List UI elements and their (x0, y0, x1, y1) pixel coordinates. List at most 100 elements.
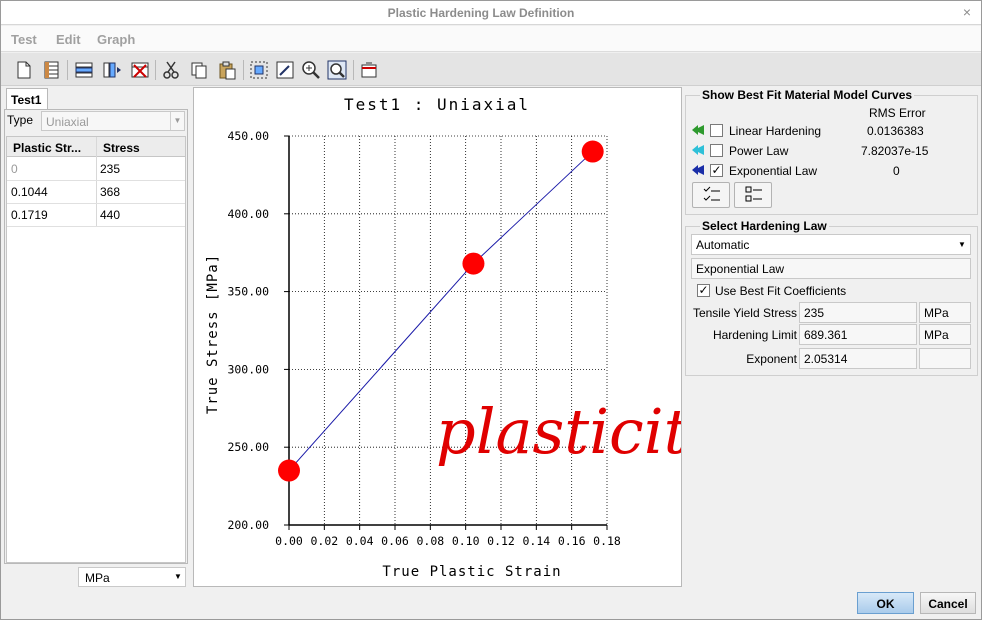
uncheck-all-icon (745, 186, 762, 202)
handwritten-annotation: plasticity (436, 395, 681, 468)
tensile-yield-stress-unit: MPa (919, 302, 971, 323)
hardening-law-select-value: Automatic (696, 238, 750, 252)
dialog-window: Plastic Hardening Law Definition × Test … (0, 0, 982, 620)
power-law-checkbox[interactable] (710, 144, 723, 157)
y-tick-label: 200.00 (227, 518, 269, 532)
toolbar (1, 53, 981, 86)
power-law-color-icon (691, 144, 705, 156)
new-document-icon[interactable] (13, 59, 35, 81)
column-header-stress[interactable]: Stress (103, 141, 140, 155)
linear-hardening-label: Linear Hardening (729, 124, 822, 138)
y-tick-label: 400.00 (227, 207, 269, 221)
spreadsheet-icon[interactable] (41, 59, 63, 81)
x-tick-label: 0.00 (275, 534, 303, 548)
x-tick-label: 0.16 (558, 534, 586, 548)
check-all-icon (703, 186, 720, 201)
delete-icon[interactable] (129, 59, 151, 81)
paste-icon[interactable] (216, 59, 238, 81)
x-tick-label: 0.02 (310, 534, 338, 548)
tensile-yield-stress-field[interactable]: 235 (799, 302, 917, 323)
table-row[interactable]: 0 235 (7, 158, 185, 181)
table-row[interactable]: 0.1719 440 (7, 204, 185, 227)
uncheck-all-button[interactable] (734, 182, 772, 208)
data-point (581, 140, 604, 163)
use-best-fit-label: Use Best Fit Coefficients (715, 284, 847, 298)
x-tick-label: 0.08 (416, 534, 444, 548)
x-tick-label: 0.18 (593, 534, 621, 548)
exponent-field[interactable]: 2.05314 (799, 348, 917, 369)
hardening-law-title: Select Hardening Law (700, 219, 829, 233)
edit-chart-icon[interactable] (274, 59, 296, 81)
use-best-fit-checkbox[interactable]: ✓ (697, 284, 710, 297)
close-icon[interactable]: × (959, 4, 975, 20)
cancel-button[interactable]: Cancel (920, 592, 976, 614)
chart-panel[interactable]: Test1 : Uniaxial 0.00 0.02 0.04 0.06 0.08 0.1… (193, 87, 682, 587)
x-tick-label: 0.04 (346, 534, 374, 548)
menu-bar: Test Edit Graph (1, 26, 981, 52)
chevron-down-icon: ▼ (174, 572, 182, 581)
zoom-fit-icon[interactable] (326, 59, 348, 81)
x-tick-label: 0.12 (487, 534, 515, 548)
linear-hardening-rms: 0.0136383 (867, 124, 924, 138)
hardening-law-name: Exponential Law (691, 258, 971, 279)
table-row[interactable]: 0.1044 368 (7, 181, 185, 204)
y-axis-label: True Stress [MPa] (205, 254, 221, 414)
cell-strain[interactable]: 0 (11, 162, 18, 176)
column-header-plastic-strain[interactable]: Plastic Str... (13, 141, 81, 155)
x-tick-label: 0.10 (452, 534, 480, 548)
select-grid-icon[interactable] (248, 59, 270, 81)
insert-column-icon[interactable] (101, 59, 123, 81)
cut-icon[interactable] (160, 59, 182, 81)
chart-title: Test1 : Uniaxial (344, 95, 530, 114)
cell-stress[interactable]: 235 (100, 162, 120, 176)
insert-row-icon[interactable] (73, 59, 95, 81)
menu-edit[interactable]: Edit (56, 32, 81, 47)
hardening-limit-field[interactable]: 689.361 (799, 324, 917, 345)
exponential-law-rms: 0 (893, 164, 900, 178)
unit-select-value: MPa (85, 571, 110, 585)
power-law-rms: 7.82037e-15 (861, 144, 929, 158)
y-tick-label: 300.00 (227, 362, 269, 376)
cell-strain[interactable]: 0.1044 (11, 185, 48, 199)
y-tick-label: 450.00 (227, 129, 269, 143)
unit-select[interactable]: MPa ▼ (78, 567, 186, 587)
zoom-in-icon[interactable] (300, 59, 322, 81)
cell-strain[interactable]: 0.1719 (11, 208, 48, 222)
export-icon[interactable] (358, 59, 380, 81)
rms-error-header: RMS Error (869, 106, 926, 120)
stress-strain-chart[interactable]: Test1 : Uniaxial 0.00 0.02 0.04 0.06 0.08 0.1… (194, 88, 681, 586)
exponential-law-checkbox[interactable]: ✓ (710, 164, 723, 177)
type-label: Type (7, 113, 34, 127)
exponential-law-color-icon (691, 164, 705, 176)
hardening-law-select[interactable]: Automatic ▼ (691, 234, 971, 255)
menu-test[interactable]: Test (11, 32, 37, 47)
tab-test1[interactable]: Test1 (6, 88, 48, 110)
hardening-limit-label: Hardening Limit (712, 328, 797, 342)
data-table[interactable]: Plastic Str... Stress 0 235 0.1044 368 0… (6, 136, 186, 563)
chevron-down-icon: ▼ (170, 112, 184, 130)
exponential-law-label: Exponential Law (729, 164, 818, 178)
x-tick-label: 0.06 (381, 534, 409, 548)
exponent-unit (919, 348, 971, 369)
copy-icon[interactable] (188, 59, 210, 81)
best-fit-title: Show Best Fit Material Model Curves (700, 88, 915, 102)
ok-button[interactable]: OK (857, 592, 914, 614)
y-tick-label: 350.00 (227, 285, 269, 299)
y-tick-label: 250.00 (227, 440, 269, 454)
cell-stress[interactable]: 440 (100, 208, 120, 222)
power-law-label: Power Law (729, 144, 789, 158)
type-select[interactable]: Uniaxial ▼ (41, 111, 185, 131)
menu-graph[interactable]: Graph (97, 32, 135, 47)
tensile-yield-stress-label: Tensile Yield Stress (692, 306, 797, 320)
cell-stress[interactable]: 368 (100, 185, 120, 199)
check-all-button[interactable] (692, 182, 730, 208)
linear-hardening-color-icon (691, 124, 705, 136)
data-point (462, 252, 485, 275)
hardening-limit-unit: MPa (919, 324, 971, 345)
x-axis-label: True Plastic Strain (382, 564, 561, 580)
exponent-label: Exponent (746, 352, 797, 366)
type-select-value: Uniaxial (46, 115, 89, 129)
window-title: Plastic Hardening Law Definition (387, 6, 575, 20)
linear-hardening-checkbox[interactable] (710, 124, 723, 137)
x-tick-label: 0.14 (522, 534, 550, 548)
